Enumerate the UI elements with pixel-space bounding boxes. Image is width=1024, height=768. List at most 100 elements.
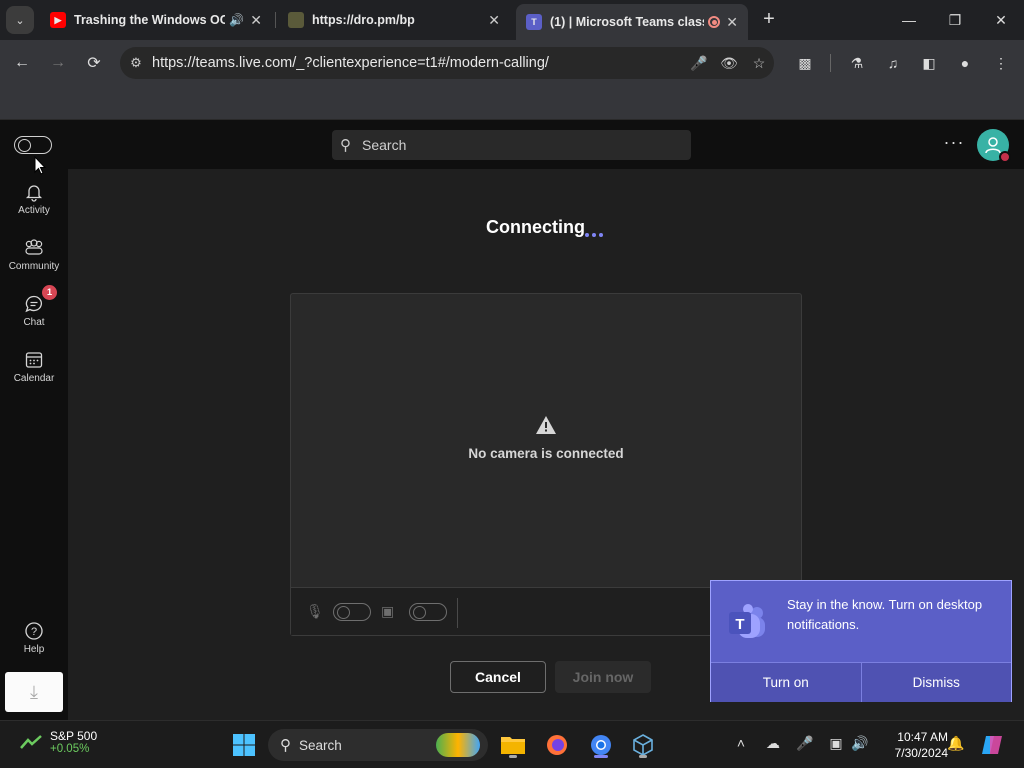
- stock-change: +0.05%: [50, 743, 90, 755]
- rail-item-activity[interactable]: Activity: [0, 179, 68, 229]
- tab-dro-pm[interactable]: https://dro.pm/bp ✕: [278, 4, 510, 36]
- join-now-button[interactable]: Join now: [555, 661, 651, 693]
- bell-icon: [24, 179, 44, 205]
- rail-label: Help: [23, 644, 45, 655]
- notification-bell-icon[interactable]: 🔔: [946, 735, 966, 752]
- firefox-icon: [547, 735, 567, 755]
- microphone-toggle[interactable]: [333, 603, 371, 621]
- taskbar-search[interactable]: ⚲ Search: [268, 729, 488, 761]
- chevron-up-icon[interactable]: ˄: [731, 735, 751, 751]
- windows-taskbar: S&P 500 +0.05% ⚲ Search ˄ ☁ 🎤 ▣ 🔊 10:47 …: [0, 720, 1024, 768]
- new-tab-button[interactable]: +: [758, 8, 780, 30]
- reload-icon: ⟳: [87, 55, 101, 72]
- controls-divider: [457, 598, 458, 628]
- speaker-icon[interactable]: 🔊: [229, 13, 244, 27]
- labs-flask-icon[interactable]: ⚗: [846, 52, 868, 74]
- running-indicator: [639, 755, 647, 758]
- tab-title: (1) | Microsoft Teams classic: [550, 15, 705, 29]
- youtube-icon: ▶: [50, 12, 66, 28]
- stock-trend-icon: [20, 735, 42, 749]
- search-icon: ⚲: [340, 137, 351, 154]
- rail-item-help[interactable]: ? Help: [0, 618, 68, 668]
- site-settings-icon[interactable]: ⚙: [120, 55, 152, 71]
- star-icon[interactable]: ☆: [744, 55, 774, 72]
- restore-button[interactable]: ❐: [932, 0, 978, 40]
- taskbar-chrome[interactable]: [585, 729, 617, 761]
- close-tab-icon[interactable]: ✕: [726, 14, 738, 31]
- toast-actions: Turn on Dismiss: [711, 662, 1011, 702]
- community-icon: [23, 235, 45, 261]
- rail-label: Activity: [18, 205, 50, 216]
- rail-label: Calendar: [13, 373, 55, 384]
- forward-button[interactable]: →: [45, 50, 71, 76]
- back-button[interactable]: ←: [9, 50, 35, 76]
- virtualbox-icon: [633, 734, 653, 756]
- browser-toolbar: ← → ⟳ ⚙ https://teams.live.com/_?cliente…: [0, 40, 1024, 86]
- presence-busy-indicator: [999, 151, 1011, 163]
- url-text[interactable]: https://teams.live.com/_?clientexperienc…: [152, 55, 684, 71]
- media-control-icon[interactable]: ♫: [882, 52, 904, 74]
- camera-toggle[interactable]: [409, 603, 447, 621]
- turn-on-notifications-button[interactable]: Turn on: [711, 663, 862, 702]
- close-tab-icon[interactable]: ✕: [488, 12, 500, 29]
- warning-icon: [536, 416, 556, 434]
- kebab-menu-icon[interactable]: ⋮: [990, 52, 1012, 74]
- network-icon[interactable]: ▣: [826, 735, 846, 752]
- more-options-icon[interactable]: ···: [940, 132, 968, 156]
- unread-badge: 1: [42, 285, 57, 300]
- taskbar-virtualbox[interactable]: [627, 729, 659, 761]
- volume-icon[interactable]: 🔊: [850, 735, 870, 752]
- extensions-icon[interactable]: ▩: [794, 52, 816, 74]
- svg-text:?: ?: [31, 626, 37, 638]
- teams-search-input[interactable]: ⚲ Search: [332, 130, 691, 160]
- svg-text:T: T: [735, 616, 744, 633]
- stock-widget[interactable]: S&P 500 +0.05%: [20, 729, 97, 755]
- teams-logo-icon: T: [729, 604, 765, 638]
- copilot-button[interactable]: [976, 729, 1008, 761]
- tab-title: https://dro.pm/bp: [312, 13, 415, 27]
- mouse-cursor-icon: [34, 156, 46, 175]
- avatar[interactable]: [977, 129, 1011, 163]
- start-button[interactable]: [228, 729, 260, 761]
- microphone-icon[interactable]: 🎤: [684, 55, 714, 72]
- dismiss-button[interactable]: Dismiss: [861, 663, 1011, 702]
- clock-time: 10:47 AM: [897, 730, 948, 744]
- bookmark-bar: [0, 86, 1024, 120]
- side-panel-icon[interactable]: ◧: [918, 52, 940, 74]
- taskbar-clock[interactable]: 10:47 AM 7/30/2024: [880, 729, 948, 761]
- search-icon: ⚲: [280, 737, 291, 754]
- toast-message: Stay in the know. Turn on desktop notifi…: [787, 597, 983, 632]
- loading-dots: [585, 233, 603, 237]
- rail-item-calendar[interactable]: Calendar: [0, 347, 68, 397]
- taskbar-search-placeholder: Search: [299, 737, 342, 753]
- tab-teams[interactable]: T (1) | Microsoft Teams classic ✕: [516, 4, 748, 40]
- download-app-button[interactable]: ⤓: [5, 672, 63, 712]
- onedrive-off-icon[interactable]: ☁: [763, 735, 783, 752]
- rail-label: Chat: [23, 317, 45, 328]
- chevron-down-icon: ⌄: [15, 14, 25, 27]
- eye-off-icon[interactable]: 👁: [714, 55, 744, 72]
- close-tab-icon[interactable]: ✕: [250, 12, 262, 29]
- taskbar-file-explorer[interactable]: [497, 729, 529, 761]
- tab-youtube[interactable]: ▶ Trashing the Windows OOBE 🔊 ✕: [40, 4, 272, 36]
- cancel-button[interactable]: Cancel: [450, 661, 546, 693]
- chat-icon: 1: [24, 285, 57, 317]
- recording-icon: [708, 16, 721, 28]
- tab-search-button[interactable]: ⌄: [6, 6, 34, 34]
- new-teams-toggle[interactable]: [14, 136, 52, 154]
- close-window-button[interactable]: ✕: [978, 0, 1024, 40]
- reload-button[interactable]: ⟳: [81, 50, 107, 76]
- arrow-right-icon: →: [50, 54, 66, 71]
- rail-item-community[interactable]: Community: [0, 235, 68, 285]
- profile-icon[interactable]: ●: [954, 52, 976, 74]
- search-highlight-icon: [436, 733, 480, 757]
- rail-item-chat[interactable]: 1 Chat: [0, 285, 68, 341]
- teams-header: ⚲ Search ···: [0, 120, 1024, 169]
- taskbar-firefox[interactable]: [541, 729, 573, 761]
- notification-toast: T Stay in the know. Turn on desktop noti…: [710, 580, 1012, 702]
- minimize-button[interactable]: —: [886, 0, 932, 40]
- microphone-icon[interactable]: 🎤: [795, 735, 815, 752]
- tab-divider: [275, 12, 276, 28]
- address-bar[interactable]: ⚙ https://teams.live.com/_?clientexperie…: [120, 47, 774, 79]
- stock-name: S&P 500: [50, 729, 98, 743]
